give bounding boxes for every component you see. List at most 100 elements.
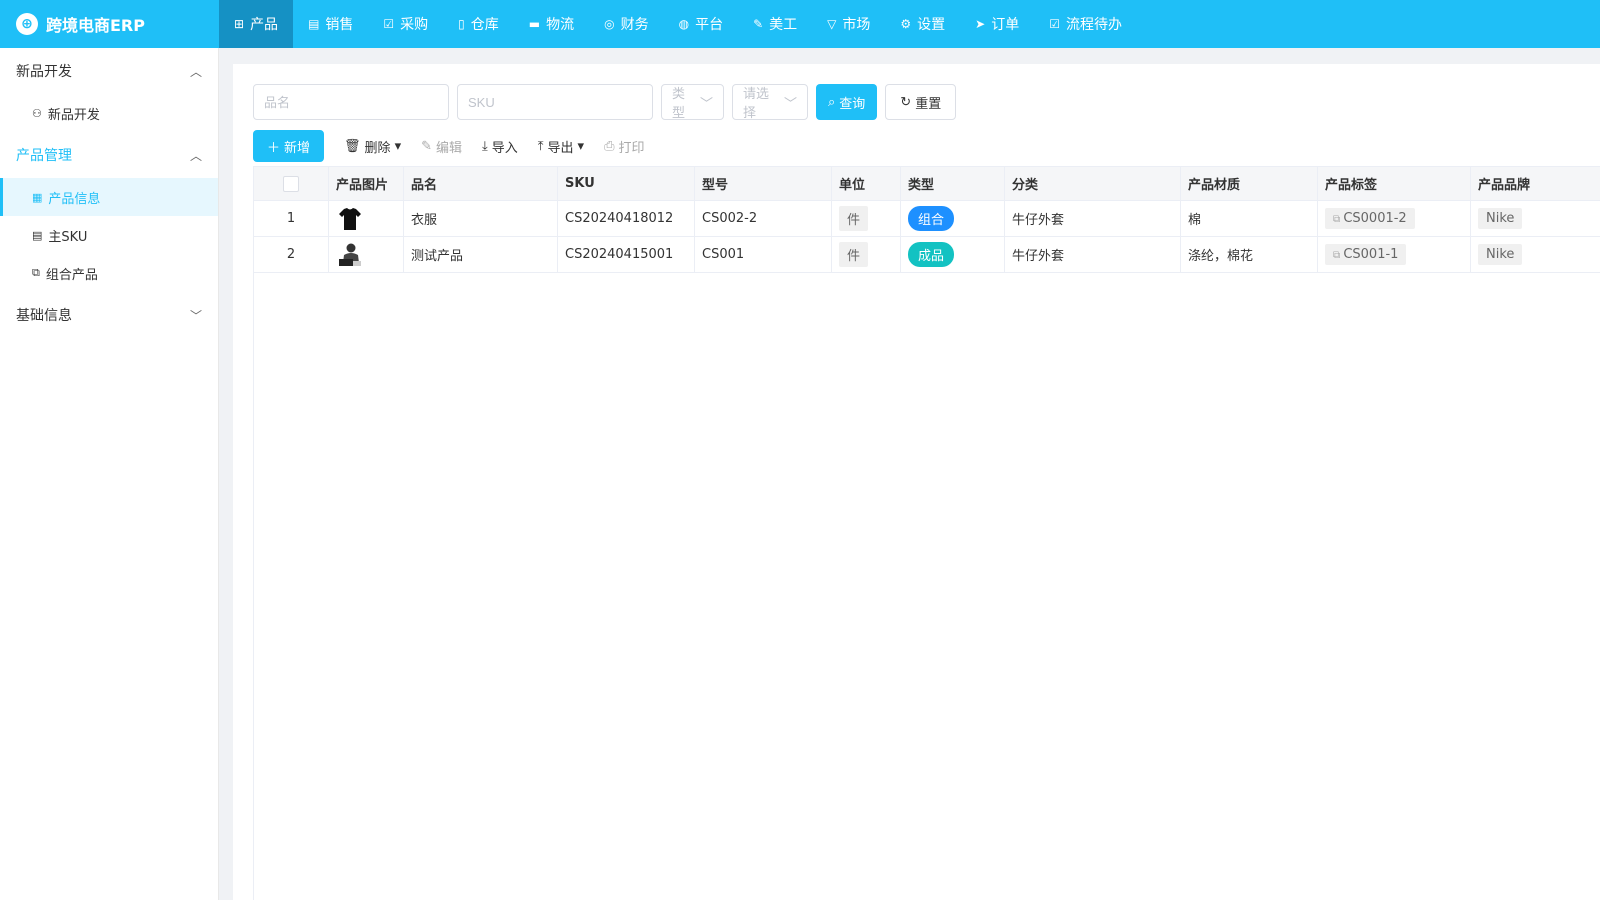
tag-cell: ⧉ CS0001-2 [1317,200,1471,237]
sidebar-item-label: 产品信息 [48,191,101,207]
nav-item-sales[interactable]: ▤ 销售 [293,0,368,48]
nav-item-design[interactable]: ✎ 美工 [738,0,812,48]
unit-tag: 件 [839,242,869,267]
select-all-checkbox[interactable] [283,175,299,192]
unit-tag: 件 [839,206,869,231]
type-cell: 成品 [900,236,1005,273]
print-button[interactable]: ⎙ 打印 [604,137,644,156]
sidebar-item-product-info[interactable]: ▦ 产品信息 [0,178,218,216]
gear-icon: ⚙ [900,17,912,31]
row-index: 2 [253,236,329,273]
brand-cell: Nike [1470,236,1600,273]
nav-item-logistics[interactable]: ▬ 物流 [514,0,589,48]
column-header[interactable]: 产品品牌 [1470,166,1600,201]
checkbox-icon: ☑ [383,17,395,31]
column-header[interactable]: 产品图片 [328,166,404,201]
sku-input[interactable] [457,84,653,120]
chevron-down-icon: ﹀ [189,308,202,323]
table-empty-area [253,272,1600,900]
edit-button[interactable]: ✎ 编辑 [421,137,462,156]
print-label: 打印 [618,140,645,156]
delete-button[interactable]: 🗑︎ 删除 ▾ [344,137,401,156]
combine-icon: ⧉ [32,266,40,279]
nav-label: 美工 [769,17,798,33]
category-value: 牛仔外套 [1004,200,1181,237]
option-select[interactable]: 请选择 ﹀ [732,84,808,121]
brand-tag: Nike [1478,208,1523,229]
trash-icon: 🗑︎ [344,138,361,154]
nav-item-product[interactable]: ⊞ 产品 [219,0,294,48]
app-logo[interactable]: ⊕ 跨境电商ERP [0,0,219,48]
nav-item-purchase[interactable]: ☑ 采购 [368,0,443,48]
app-title: 跨境电商ERP [46,16,145,35]
send-icon: ➤ [975,17,986,31]
nav-label: 设置 [917,17,946,33]
grid-icon: ⊞ [234,17,245,31]
caret-down-icon: ▾ [394,138,402,154]
sidebar-item-new-product[interactable]: ⚇ 新品开发 [0,94,218,132]
model-value: CS001 [694,236,832,273]
column-header[interactable]: 单位 [831,166,901,201]
nav-item-market[interactable]: ▽ 市场 [812,0,885,48]
copy-icon: ⧉ [1333,250,1344,261]
globe-icon: ◍ [678,17,690,31]
unit-cell: 件 [831,236,901,273]
tshirt-thumbnail[interactable] [336,205,364,233]
brand-cell: Nike [1470,200,1600,237]
add-button[interactable]: ＋ 新增 [253,130,325,162]
nav-item-workflow[interactable]: ☑ 流程待办 [1034,0,1137,48]
nav-label: 市场 [842,17,871,33]
reset-button[interactable]: ↻ 重置 [885,84,957,120]
column-header[interactable]: 品名 [403,166,558,201]
nav-item-orders[interactable]: ➤ 订单 [960,0,1034,48]
main-panel: 类型 ﹀ 请选择 ﹀ ⌕ 查询 ↻ 重置 ＋ 新增 🗑︎ 删除 ▾ ✎ 编辑 [233,64,1600,900]
material-value: 棉 [1180,200,1318,237]
select-all-cell [253,166,329,201]
sidebar-item-label: 组合产品 [45,267,98,283]
import-label: 导入 [491,140,518,156]
column-header[interactable]: 分类 [1004,166,1181,201]
edit-icon: ✎ [421,138,432,154]
main-nav: ⊞ 产品 ▤ 销售 ☑ 采购 ▯ 仓库 ▬ 物流 ◎ 财务 ◍ 平台 ✎ 美工 ▽ 市场 ⚙ 设置 … [219,0,1137,48]
edit-icon: ✎ [753,17,764,31]
sidebar-group-label: 基础信息 [16,308,72,324]
product-image-cell [328,200,404,237]
column-header[interactable]: 类型 [900,166,1005,201]
type-select[interactable]: 类型 ﹀ [661,84,724,121]
nav-item-finance[interactable]: ◎ 财务 [589,0,663,48]
option-select-label: 请选择 [743,87,770,121]
sidebar-item-label: 新品开发 [47,107,100,123]
sidebar-group-product-management[interactable]: 产品管理 ︿ [0,132,218,178]
nav-item-settings[interactable]: ⚙ 设置 [885,0,960,48]
product-name-input[interactable] [253,84,449,120]
delete-label: 删除 [364,140,391,156]
nav-item-platform[interactable]: ◍ 平台 [664,0,738,48]
product-tag: ⧉ CS001-1 [1325,244,1407,265]
column-header[interactable]: 产品材质 [1180,166,1318,201]
table-row[interactable]: 1 衣服 CS20240418012 CS002-2 件 组合 牛仔外套 棉 ⧉… [253,200,1600,237]
top-bar: ⊕ 跨境电商ERP ⊞ 产品 ▤ 销售 ☑ 采购 ▯ 仓库 ▬ 物流 ◎ 财务 ◍ 平台 ✎ 美… [0,0,1600,48]
sidebar-item-combo-product[interactable]: ⧉ 组合产品 [0,254,218,292]
sidebar-group-new-product[interactable]: 新品开发 ︿ [0,48,218,94]
column-header[interactable]: 产品标签 [1317,166,1471,201]
table-row[interactable]: 2 测试产品 CS20240415001 CS001 件 成品 牛仔外套 涤纶，… [253,236,1600,273]
import-button[interactable]: ⤓ 导入 [482,137,518,156]
nav-item-warehouse[interactable]: ▯ 仓库 [443,0,514,48]
coin-icon: ◎ [604,17,615,31]
document-icon: ▤ [32,228,43,242]
sidebar-item-label: 主SKU [48,229,88,245]
column-header[interactable]: 型号 [694,166,832,201]
product-name: 测试产品 [403,236,558,273]
nav-label: 仓库 [470,17,499,33]
sidebar-item-main-sku[interactable]: ▤ 主SKU [0,216,218,254]
person-thumbnail[interactable] [336,241,364,269]
query-label: 查询 [839,95,866,111]
sidebar-group-basic-info[interactable]: 基础信息 ﹀ [0,292,218,338]
type-select-label: 类型 [672,87,686,121]
nav-label: 销售 [325,17,354,33]
table-icon: ▦ [32,190,43,204]
column-header[interactable]: SKU [557,166,695,201]
query-button[interactable]: ⌕ 查询 [816,84,878,120]
nav-label: 订单 [991,17,1020,33]
export-button[interactable]: ⤒ 导出 ▾ [538,137,584,156]
